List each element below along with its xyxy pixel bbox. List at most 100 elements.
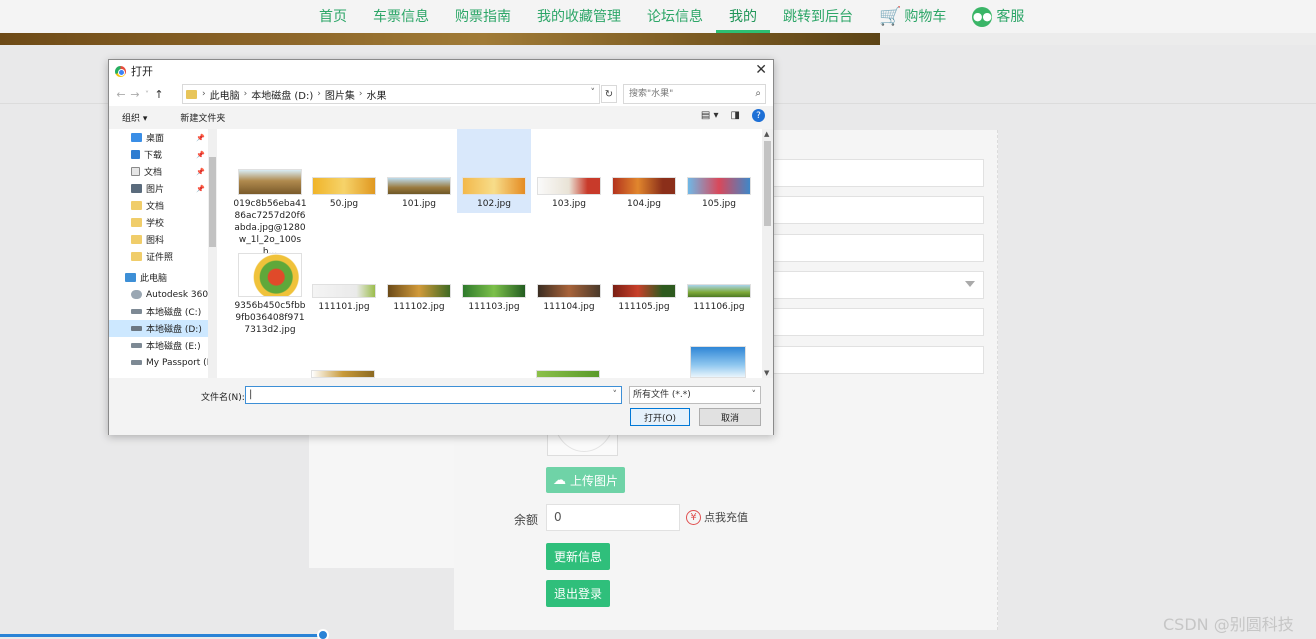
breadcrumb-item[interactable]: 本地磁盘 (D:) (251, 87, 313, 102)
drive-icon (131, 309, 142, 314)
help-icon[interactable]: ? (752, 109, 765, 122)
nav-forum[interactable]: 论坛信息 (634, 6, 716, 28)
wechat-icon: ●● (972, 6, 993, 27)
file-tile[interactable]: 111101.jpg (307, 284, 381, 313)
balance-label: 余额 (514, 513, 539, 527)
logout-button[interactable]: 退出登录 (546, 580, 610, 607)
pin-icon: 📌 (196, 167, 205, 176)
upload-label: 上传图片 (569, 473, 618, 488)
image-thumbnail[interactable] (690, 346, 746, 378)
sidebar-item-folder[interactable]: 文档 (109, 197, 209, 214)
file-name: 111105.jpg (618, 302, 670, 312)
file-tile[interactable]: 111102.jpg (382, 284, 456, 313)
navigation-pane: 桌面 📌 下载 📌 文档 📌 图片 📌 文档 学校 图科 证件照 此电脑 Aut… (109, 129, 217, 378)
recharge-link[interactable]: ¥ 点我充值 (686, 509, 748, 525)
nav-service[interactable]: ●● 客服 (959, 6, 1037, 28)
file-tile[interactable]: 111103.jpg (457, 284, 531, 313)
nav-admin[interactable]: 跳转到后台 (770, 6, 866, 28)
yen-icon: ¥ (686, 509, 701, 525)
file-tile[interactable]: 111106.jpg (682, 284, 756, 313)
nav-mine[interactable]: 我的 (716, 6, 770, 33)
file-tile[interactable]: 111105.jpg (607, 284, 681, 313)
sidebar-item-pictures[interactable]: 图片 📌 (109, 180, 209, 197)
recent-dropdown-icon[interactable]: ˅ (142, 90, 152, 99)
watermark: CSDN @别圆科技 (1163, 615, 1294, 634)
filename-input[interactable]: | ˅ (245, 386, 622, 404)
breadcrumb-item[interactable]: 水果 (367, 87, 387, 102)
file-name: 019c8b56eba4186ac7257d20f6abda.jpg@1280w… (233, 199, 307, 257)
sidebar-item-this-pc[interactable]: 此电脑 (109, 269, 209, 286)
sidebar-item-folder[interactable]: 证件照 (109, 248, 209, 265)
file-tile-selected[interactable]: 102.jpg (457, 129, 531, 213)
video-progress-bar[interactable] (0, 634, 323, 637)
scrollbar-thumb[interactable] (209, 157, 216, 247)
nav-tickets[interactable]: 车票信息 (360, 6, 442, 28)
search-input[interactable]: 搜索"水果" ⌕ (623, 84, 766, 104)
chevron-down-icon[interactable]: ˅ (613, 387, 618, 403)
image-thumbnail[interactable] (311, 370, 375, 378)
sidebar-item-documents[interactable]: 文档 📌 (109, 163, 209, 180)
sidebar-item-desktop[interactable]: 桌面 📌 (109, 129, 209, 146)
sidebar-item-drive-c[interactable]: 本地磁盘 (C:) (109, 303, 209, 320)
back-icon[interactable]: ← (114, 88, 128, 101)
sidebar-item-drive-e[interactable]: 本地磁盘 (E:) (109, 337, 209, 354)
cart-label: 购物车 (904, 8, 947, 25)
image-thumbnail[interactable] (536, 370, 600, 378)
file-tile[interactable]: 105.jpg (682, 177, 756, 210)
view-mode-icon[interactable]: ▤ ▾ (701, 110, 719, 121)
nav-cart[interactable]: 🛒 购物车 (866, 6, 959, 28)
file-name: 111101.jpg (318, 302, 370, 312)
breadcrumb-item[interactable]: 此电脑 (210, 87, 240, 102)
new-folder-button[interactable]: 新建文件夹 (180, 111, 225, 124)
cancel-button[interactable]: 取消 (699, 408, 761, 426)
desktop-icon (131, 133, 142, 142)
progress-handle[interactable] (317, 629, 329, 639)
sidebar-item-folder[interactable]: 学校 (109, 214, 209, 231)
sidebar-item-passport[interactable]: My Passport (F (109, 354, 212, 371)
nav-favorites[interactable]: 我的收藏管理 (524, 6, 634, 28)
sidebar-item-downloads[interactable]: 下载 📌 (109, 146, 209, 163)
image-thumbnail (612, 177, 676, 195)
forward-icon[interactable]: → (128, 88, 142, 101)
file-tile[interactable]: 019c8b56eba4186ac7257d20f6abda.jpg@1280w… (233, 169, 307, 258)
banner-image (0, 33, 880, 45)
file-tile[interactable]: 50.jpg (307, 177, 381, 210)
image-thumbnail (312, 284, 376, 298)
scrollbar-thumb[interactable] (764, 141, 771, 226)
open-button[interactable]: 打开(O) (630, 408, 690, 426)
sidebar-item-folder[interactable]: 图科 (109, 231, 209, 248)
close-icon[interactable]: ✕ (755, 62, 767, 78)
pin-icon: 📌 (196, 184, 205, 193)
sidebar-scrollbar[interactable] (208, 129, 217, 378)
upload-image-button[interactable]: ☁ 上传图片 (546, 467, 625, 493)
folder-icon (131, 235, 142, 244)
sidebar-item-label: 本地磁盘 (D:) (146, 325, 202, 335)
file-tile[interactable]: 9356b450c5fbb9fb036408f9717313d2.jpg (233, 253, 307, 336)
scroll-up-icon[interactable]: ▲ (764, 130, 769, 138)
file-tile[interactable]: 104.jpg (607, 177, 681, 210)
file-tile[interactable]: 103.jpg (532, 177, 606, 210)
file-list-scrollbar[interactable]: ▲ ▼ (762, 129, 773, 378)
update-info-button[interactable]: 更新信息 (546, 543, 610, 570)
balance-field[interactable]: 0 (546, 504, 680, 531)
nav-menu: 首页 车票信息 购票指南 我的收藏管理 论坛信息 我的 跳转到后台 🛒 购物车 … (306, 0, 1037, 33)
folder-icon (131, 252, 142, 261)
sidebar-item-autodesk[interactable]: Autodesk 360 (109, 286, 209, 303)
scroll-down-icon[interactable]: ▼ (764, 369, 769, 377)
organize-button[interactable]: 组织 ▾ (122, 111, 147, 124)
file-name: 9356b450c5fbb9fb036408f9717313d2.jpg (234, 301, 306, 335)
file-tile[interactable]: 111104.jpg (532, 284, 606, 313)
view-controls: ▤ ▾ ◨ ? (701, 109, 765, 122)
address-bar[interactable]: › 此电脑 › 本地磁盘 (D:) › 图片集 › 水果 ˅ (182, 84, 600, 104)
file-tile[interactable]: 101.jpg (382, 177, 456, 210)
sidebar-item-drive-d[interactable]: 本地磁盘 (D:) (109, 320, 209, 337)
up-icon[interactable]: ↑ (152, 88, 166, 101)
refresh-icon[interactable]: ↻ (601, 85, 617, 103)
breadcrumb-item[interactable]: 图片集 (325, 87, 355, 102)
preview-pane-icon[interactable]: ◨ (731, 110, 740, 121)
nav-home[interactable]: 首页 (306, 6, 360, 28)
file-type-select[interactable]: 所有文件 (*.*) ˅ (629, 386, 761, 404)
file-open-dialog: 打开 ✕ ← → ˅ ↑ › 此电脑 › 本地磁盘 (D:) › 图片集 › 水… (108, 59, 774, 435)
nav-guide[interactable]: 购票指南 (442, 6, 524, 28)
chevron-down-icon[interactable]: ˅ (591, 88, 596, 98)
